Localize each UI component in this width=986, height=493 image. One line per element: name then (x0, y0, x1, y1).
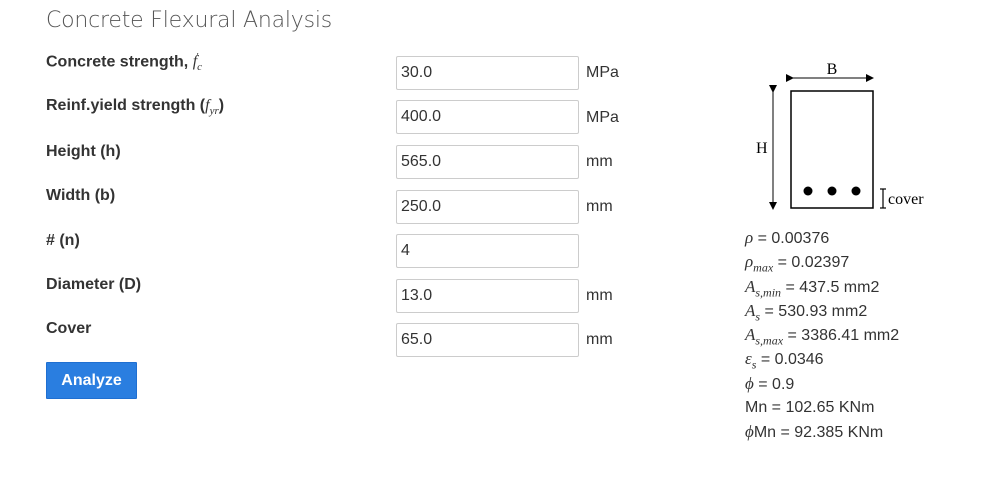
label-width: Width (b) (46, 187, 116, 204)
result-rho-max: ρmax = 0.02397 (745, 252, 850, 275)
result-eps-s: εs = 0.0346 (745, 349, 824, 372)
result-as: As = 530.93 mm2 (745, 300, 868, 324)
label-cover: Cover (46, 320, 92, 337)
width-input[interactable] (396, 190, 579, 224)
result-rho: ρ = 0.00376 (745, 228, 830, 247)
yield-strength-input[interactable] (396, 100, 579, 134)
cover-label: cover (888, 191, 924, 208)
unit-diameter: mm (586, 287, 613, 304)
width-label: B (827, 61, 838, 78)
beam-section-diagram: B H cover (756, 61, 924, 210)
height-input[interactable] (396, 145, 579, 179)
unit-yield-strength: MPa (586, 109, 619, 126)
analyze-button[interactable]: Analyze (46, 362, 137, 399)
result-as-max: As,max = 3386.41 mm2 (745, 325, 900, 348)
concrete-strength-input[interactable] (396, 56, 579, 90)
height-label: H (756, 140, 768, 157)
rebar-dot (803, 186, 813, 196)
unit-cover: mm (586, 331, 613, 348)
result-as-min: As,min = 437.5 mm2 (745, 276, 880, 299)
result-phi-mn: ϕMn = 92.385 KNm (745, 422, 884, 442)
unit-height: mm (586, 153, 613, 170)
cover-input[interactable] (396, 323, 579, 357)
label-diameter: Diameter (D) (46, 276, 142, 293)
fyr-symbol: fyr (205, 97, 219, 118)
rebar-dot (851, 186, 861, 196)
diameter-input[interactable] (396, 279, 579, 313)
label-yield-strength: Reinf.yield strength (fyr) (46, 97, 225, 118)
results-panel: ρ = 0.00376 ρmax = 0.02397 As,min = 437.… (745, 226, 899, 445)
result-mn: Mn = 102.65 KNm (745, 399, 875, 417)
count-input[interactable] (396, 234, 579, 268)
rebar-dot (827, 186, 837, 196)
label-concrete-strength: Concrete strength, fc′ (46, 52, 203, 74)
unit-concrete-strength: MPa (586, 64, 619, 81)
page-title: Concrete Flexural Analysis (46, 8, 333, 33)
fc-symbol: fc′ (192, 52, 203, 74)
result-phi: ϕ = 0.9 (745, 373, 795, 393)
label-height: Height (h) (46, 143, 121, 160)
label-count: # (n) (46, 232, 80, 249)
unit-width: mm (586, 198, 613, 215)
